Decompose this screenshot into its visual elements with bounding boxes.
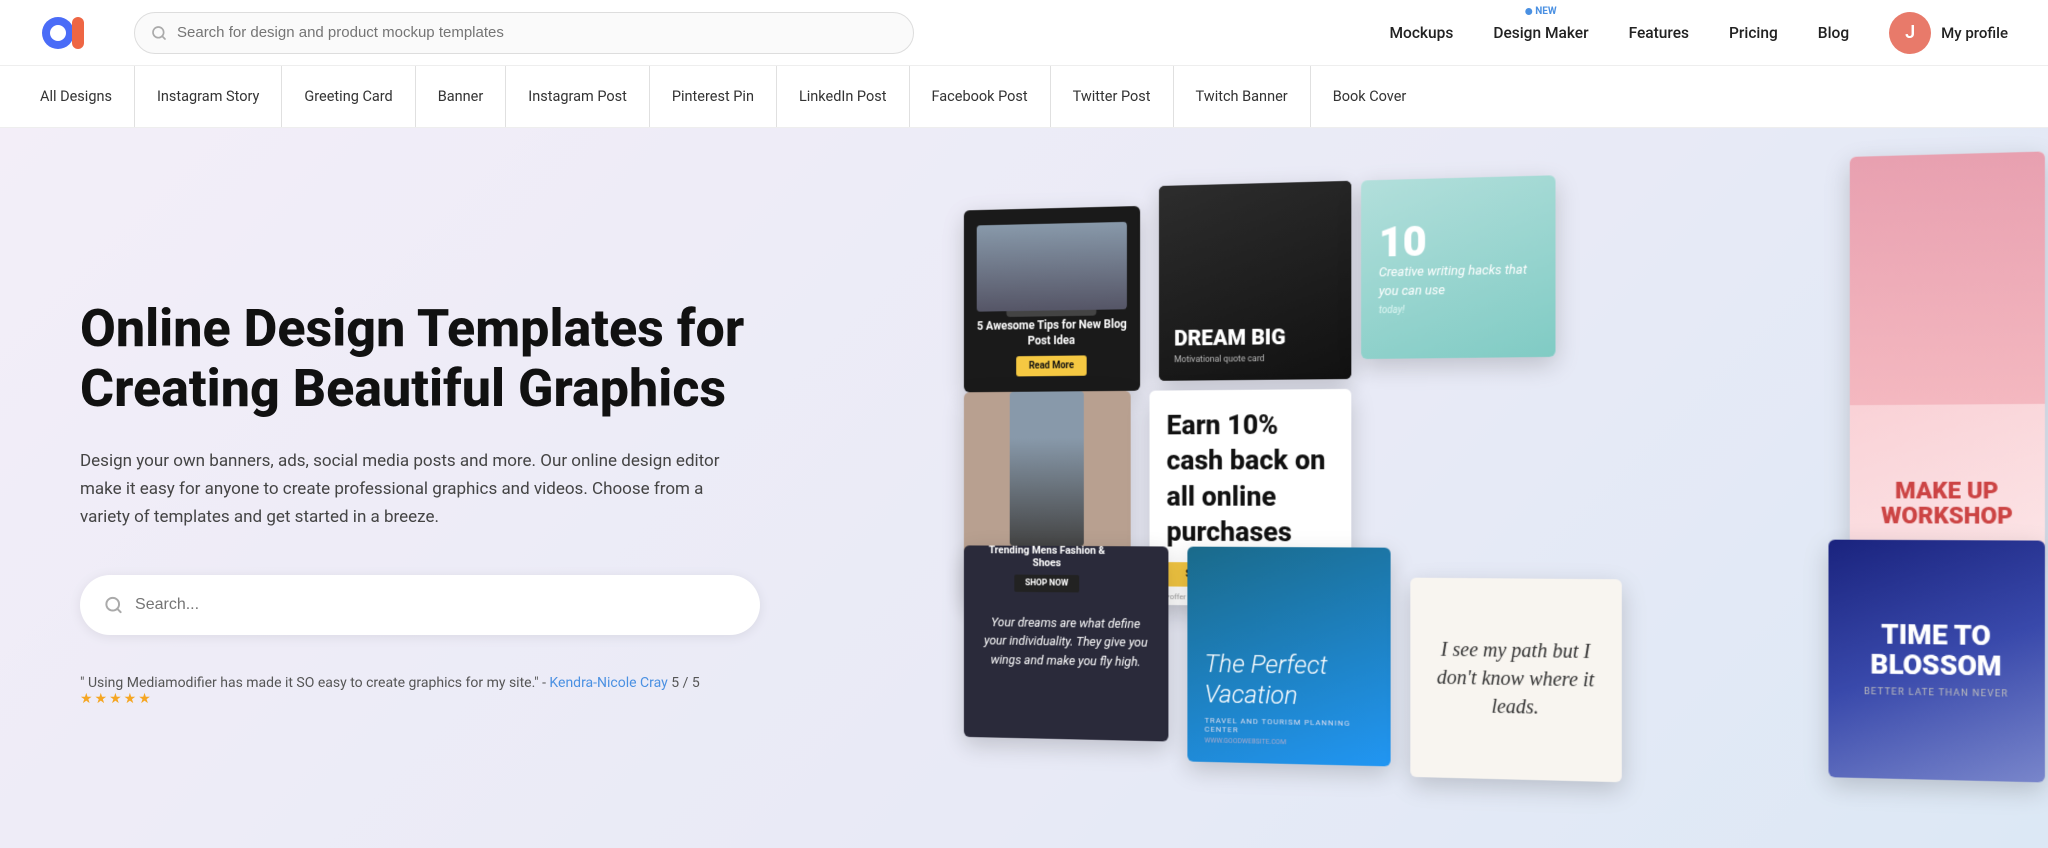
subnav-twitch-banner[interactable]: Twitch Banner	[1174, 66, 1311, 127]
card-makeup-text: MAKE UP WORKSHOP	[1871, 479, 2023, 530]
avatar: J	[1889, 12, 1931, 54]
subnav-book-cover[interactable]: Book Cover	[1311, 66, 1429, 127]
subnav-linkedin-post[interactable]: LinkedIn Post	[777, 66, 910, 127]
cards-mosaic: 5 Awesome Tips for New Blog Post Idea Re…	[891, 129, 2048, 846]
testimonial: " Using Mediamodifier has made it SO eas…	[80, 675, 760, 707]
nav-pricing[interactable]: Pricing	[1729, 24, 1778, 42]
card-laptop-img	[977, 222, 1127, 312]
subnav-pinterest-pin[interactable]: Pinterest Pin	[650, 66, 777, 127]
nav-design-maker[interactable]: NEW Design Maker	[1493, 24, 1588, 42]
header-search-input[interactable]	[177, 24, 897, 41]
design-card-blossom: TIME TO BLOSSOM BETTER LATE THAN NEVER	[1828, 540, 2044, 783]
nav-features[interactable]: Features	[1629, 24, 1689, 42]
design-card-dreambig: DREAM BIG Motivational quote card	[1159, 181, 1351, 381]
card-vacation-sub: TRAVEL AND TOURISM PLANNING CENTER	[1205, 716, 1373, 737]
card-blossom-sub: BETTER LATE THAN NEVER	[1864, 686, 2009, 699]
hero-left: Online Design Templates for Creating Bea…	[0, 128, 820, 848]
card-vacation-url: WWW.GOODWEBSITE.COM	[1205, 736, 1287, 746]
card-quote-text: Your dreams are what define your individ…	[982, 613, 1149, 672]
card-writing-sub: today!	[1379, 304, 1405, 315]
card-fashion-btn: SHOP NOW	[1014, 575, 1079, 593]
card-blossom-title: TIME TO BLOSSOM	[1850, 621, 2023, 683]
design-card-makeup: MAKE UP WORKSHOP	[1850, 151, 2045, 551]
subnav-facebook-post[interactable]: Facebook Post	[910, 66, 1051, 127]
card-writing-num: 10	[1379, 222, 1427, 265]
subnav-banner[interactable]: Banner	[416, 66, 507, 127]
subnav-twitter-post[interactable]: Twitter Post	[1051, 66, 1174, 127]
card-blog-text: 5 Awesome Tips for New Blog Post Idea	[977, 317, 1127, 349]
profile-area[interactable]: J My profile	[1889, 12, 2008, 54]
card-fashion-figure	[1010, 391, 1084, 546]
profile-name: My profile	[1941, 24, 2008, 42]
hero-section: Online Design Templates for Creating Bea…	[0, 128, 2048, 848]
new-badge: NEW	[1525, 6, 1556, 17]
card-vacation-title: The Perfect Vacation	[1205, 649, 1373, 713]
card-cashback-text: Earn 10% cash back on all online purchas…	[1167, 407, 1334, 551]
card-fashion-text: Trending Mens Fashion & Shoes	[975, 544, 1120, 570]
design-card-vacation: The Perfect Vacation TRAVEL AND TOURISM …	[1187, 547, 1390, 767]
card-makeup-face	[1850, 151, 2045, 405]
nav-mockups[interactable]: Mockups	[1389, 24, 1453, 42]
header-search-bar	[134, 12, 914, 54]
design-card-blog: 5 Awesome Tips for New Blog Post Idea Re…	[964, 206, 1140, 392]
design-card-path: I see my path but I don't know where it …	[1410, 578, 1621, 783]
hero-title: Online Design Templates for Creating Bea…	[80, 299, 760, 419]
hero-search-bar	[80, 575, 760, 635]
hero-search-input[interactable]	[135, 596, 736, 614]
search-icon	[151, 25, 167, 41]
card-writing-text: Creative writing hacks that you can use	[1379, 262, 1537, 301]
subnav-instagram-story[interactable]: Instagram Story	[135, 66, 282, 127]
card-blog-btn: Read More	[1016, 355, 1087, 376]
design-card-writing: 10 Creative writing hacks that you can u…	[1361, 175, 1555, 359]
logo[interactable]	[40, 11, 110, 55]
category-subnav: All Designs Instagram Story Greeting Car…	[0, 66, 2048, 128]
subnav-greeting-card[interactable]: Greeting Card	[282, 66, 415, 127]
card-path-text: I see my path but I don't know where it …	[1430, 636, 1601, 723]
hero-search-icon	[104, 595, 123, 615]
hero-right: 5 Awesome Tips for New Blog Post Idea Re…	[820, 128, 2048, 848]
hero-subtitle: Design your own banners, ads, social med…	[80, 447, 720, 531]
main-nav: Mockups NEW Design Maker Features Pricin…	[1349, 24, 1849, 42]
header: Mockups NEW Design Maker Features Pricin…	[0, 0, 2048, 66]
card-dreambig-subtitle: Motivational quote card	[1174, 354, 1264, 365]
nav-blog[interactable]: Blog	[1818, 24, 1849, 42]
card-dreambig-title: DREAM BIG	[1174, 326, 1286, 351]
subnav-all-designs[interactable]: All Designs	[40, 66, 135, 127]
subnav-instagram-post[interactable]: Instagram Post	[506, 66, 650, 127]
